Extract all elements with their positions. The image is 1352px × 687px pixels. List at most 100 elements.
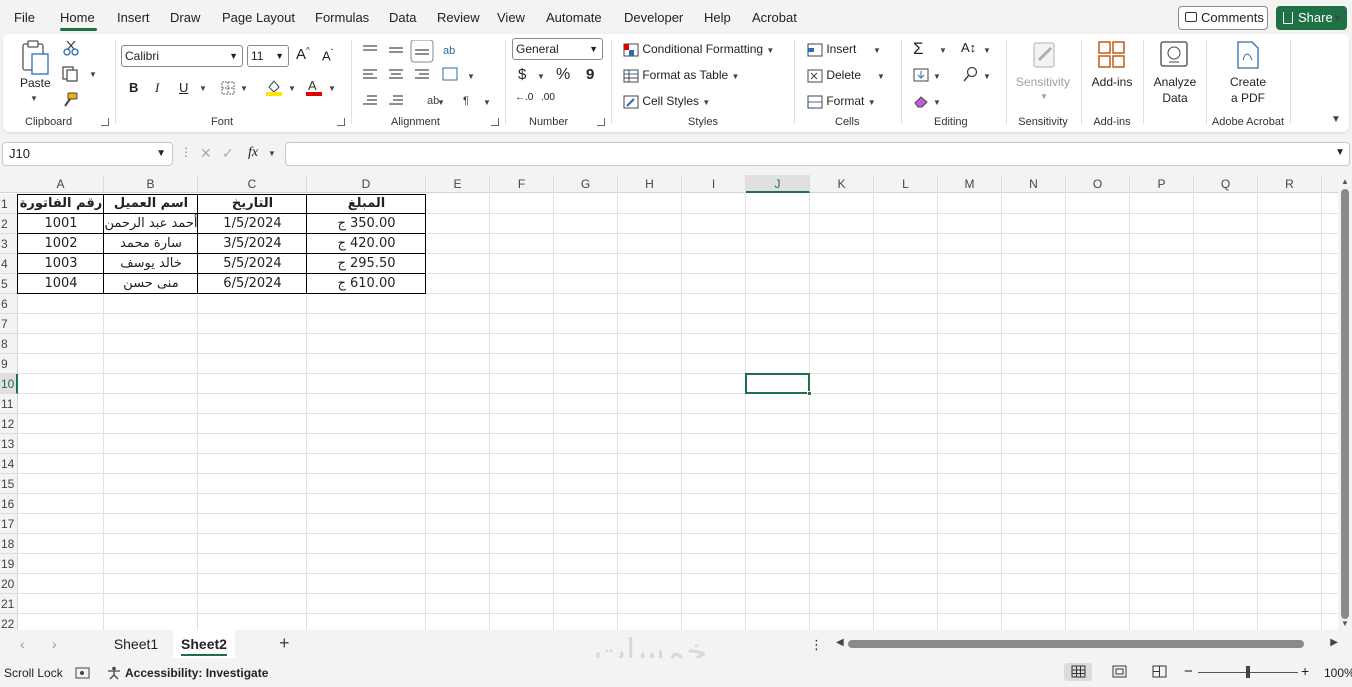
create-pdf-icon[interactable]	[1235, 40, 1261, 70]
tab-options-icon[interactable]: ⋮	[810, 637, 823, 653]
column-header[interactable]: I	[682, 175, 746, 193]
next-sheet-icon[interactable]: ›	[52, 636, 57, 652]
add-sheet-icon[interactable]: +	[279, 633, 290, 654]
table-cell[interactable]: 420.00 ج	[307, 234, 426, 254]
row-header[interactable]: 8	[0, 334, 18, 354]
delete-cells-button[interactable]: Delete	[807, 68, 861, 83]
italic-button[interactable]: I	[155, 80, 159, 96]
add-ins-button[interactable]: Add-ins	[1087, 74, 1137, 90]
column-header[interactable]: B	[104, 175, 198, 193]
row-header[interactable]: 6	[0, 294, 18, 314]
table-cell[interactable]: 1/5/2024	[198, 214, 307, 234]
percent-button[interactable]: %	[556, 66, 570, 84]
table-cell[interactable]: 5/5/2024	[198, 254, 307, 274]
column-header[interactable]: K	[810, 175, 874, 193]
fill-color-chevron-icon[interactable]: ▼	[288, 84, 296, 93]
table-cell[interactable]: سارة محمد	[104, 234, 198, 254]
find-select-icon[interactable]	[963, 66, 979, 82]
table-cell[interactable]: منى حسن	[104, 274, 198, 294]
underline-button[interactable]: U	[179, 80, 188, 95]
increase-decimal-icon[interactable]: ←.0	[515, 92, 533, 103]
paste-button[interactable]: Paste	[20, 76, 51, 90]
scroll-left-icon[interactable]: ◀	[836, 637, 844, 648]
menu-insert[interactable]: Insert	[117, 10, 150, 25]
underline-chevron-icon[interactable]: ▼	[199, 84, 207, 93]
menu-data[interactable]: Data	[389, 10, 416, 25]
row-header[interactable]: 15	[0, 474, 18, 494]
table-cell[interactable]: خالد يوسف	[104, 254, 198, 274]
table-header-cell[interactable]: اسم العميل	[104, 194, 198, 214]
page-break-view-button[interactable]	[1145, 663, 1173, 681]
column-header[interactable]: F	[490, 175, 554, 193]
row-header[interactable]: 4	[0, 254, 18, 274]
row-header[interactable]: 20	[0, 574, 18, 594]
clear-chevron-icon[interactable]: ▼	[933, 98, 941, 107]
column-header[interactable]: N	[1002, 175, 1066, 193]
orientation-chevron-icon[interactable]: ▼	[437, 98, 445, 107]
comments-button[interactable]: Comments	[1178, 6, 1268, 30]
autosum-chevron-icon[interactable]: ▼	[939, 46, 947, 55]
copy-chevron-icon[interactable]: ▼	[89, 70, 97, 79]
analyze-data-line2[interactable]: Data	[1149, 90, 1201, 106]
column-header[interactable]: O	[1066, 175, 1130, 193]
row-header[interactable]: 19	[0, 554, 18, 574]
horizontal-scroll-thumb[interactable]	[848, 640, 1304, 648]
insert-cells-button[interactable]: Insert	[807, 42, 856, 57]
zoom-slider-thumb[interactable]	[1246, 666, 1250, 678]
table-cell[interactable]: 1001	[18, 214, 104, 234]
font-color-icon[interactable]: A	[305, 78, 323, 96]
autosum-icon[interactable]: Σ	[913, 39, 924, 59]
format-painter-icon[interactable]	[61, 92, 79, 108]
column-header[interactable]: R	[1258, 175, 1322, 193]
number-format-select[interactable]: General ▼	[512, 38, 603, 60]
row-header[interactable]: 3	[0, 234, 18, 254]
row-header[interactable]: 16	[0, 494, 18, 514]
font-launcher-icon[interactable]	[337, 118, 345, 126]
cut-icon[interactable]	[63, 40, 79, 56]
expand-formula-icon[interactable]: ▼	[1335, 147, 1345, 158]
previous-sheet-icon[interactable]: ‹	[20, 636, 25, 652]
row-header[interactable]: 2	[0, 214, 18, 234]
table-cell[interactable]: 1002	[18, 234, 104, 254]
menu-file[interactable]: File	[14, 10, 35, 25]
column-header[interactable]: A	[18, 175, 104, 193]
name-box[interactable]: J10 ▼	[2, 142, 173, 166]
column-header[interactable]: D	[307, 175, 426, 193]
scroll-right-icon[interactable]: ▶	[1330, 637, 1338, 648]
alignment-launcher-icon[interactable]	[491, 118, 499, 126]
share-button[interactable]: Share ▼	[1276, 6, 1347, 30]
menu-page-layout[interactable]: Page Layout	[222, 10, 295, 25]
zoom-level[interactable]: 100%	[1324, 666, 1352, 680]
table-cell[interactable]: 6/5/2024	[198, 274, 307, 294]
paste-chevron-icon[interactable]: ▼	[30, 94, 38, 103]
format-as-table-button[interactable]: Format as Table ▼	[623, 68, 739, 83]
fill-color-icon[interactable]	[265, 78, 283, 96]
row-header[interactable]: 10	[0, 374, 18, 394]
row-header[interactable]: 13	[0, 434, 18, 454]
comma-button[interactable]: 9	[586, 66, 594, 83]
bold-button[interactable]: B	[129, 80, 138, 95]
row-header[interactable]: 11	[0, 394, 18, 414]
vertical-scrollbar[interactable]: ▲ ▼	[1338, 175, 1352, 630]
accessibility-status[interactable]: Accessibility: Investigate	[125, 666, 268, 680]
worksheet-grid[interactable]: ABCDEFGHIJKLMNOPQR 1 2 3 4 5 6 7 8 9 10 11 12 13 14 15…	[0, 175, 1352, 630]
normal-view-button[interactable]	[1064, 663, 1092, 681]
table-cell[interactable]: 1004	[18, 274, 104, 294]
table-cell[interactable]: 610.00 ج	[307, 274, 426, 294]
borders-icon[interactable]	[221, 81, 235, 95]
decrease-decimal-icon[interactable]: .00	[541, 92, 555, 103]
analyze-data-icon[interactable]	[1159, 40, 1189, 70]
scroll-up-icon[interactable]: ▲	[1341, 177, 1349, 186]
fill-icon[interactable]	[913, 68, 929, 82]
analyze-data-line1[interactable]: Analyze	[1149, 74, 1201, 90]
zoom-out-icon[interactable]: −	[1184, 663, 1193, 680]
menu-formulas[interactable]: Formulas	[315, 10, 369, 25]
row-header[interactable]: 18	[0, 534, 18, 554]
table-header-cell[interactable]: التاريخ	[198, 194, 307, 214]
menu-developer[interactable]: Developer	[624, 10, 683, 25]
sheet-tab-sheet1[interactable]: Sheet1	[100, 630, 172, 658]
table-cell[interactable]: 295.50 ج	[307, 254, 426, 274]
column-header[interactable]: M	[938, 175, 1002, 193]
paste-icon[interactable]	[20, 40, 52, 76]
currency-chevron-icon[interactable]: ▼	[537, 72, 545, 81]
